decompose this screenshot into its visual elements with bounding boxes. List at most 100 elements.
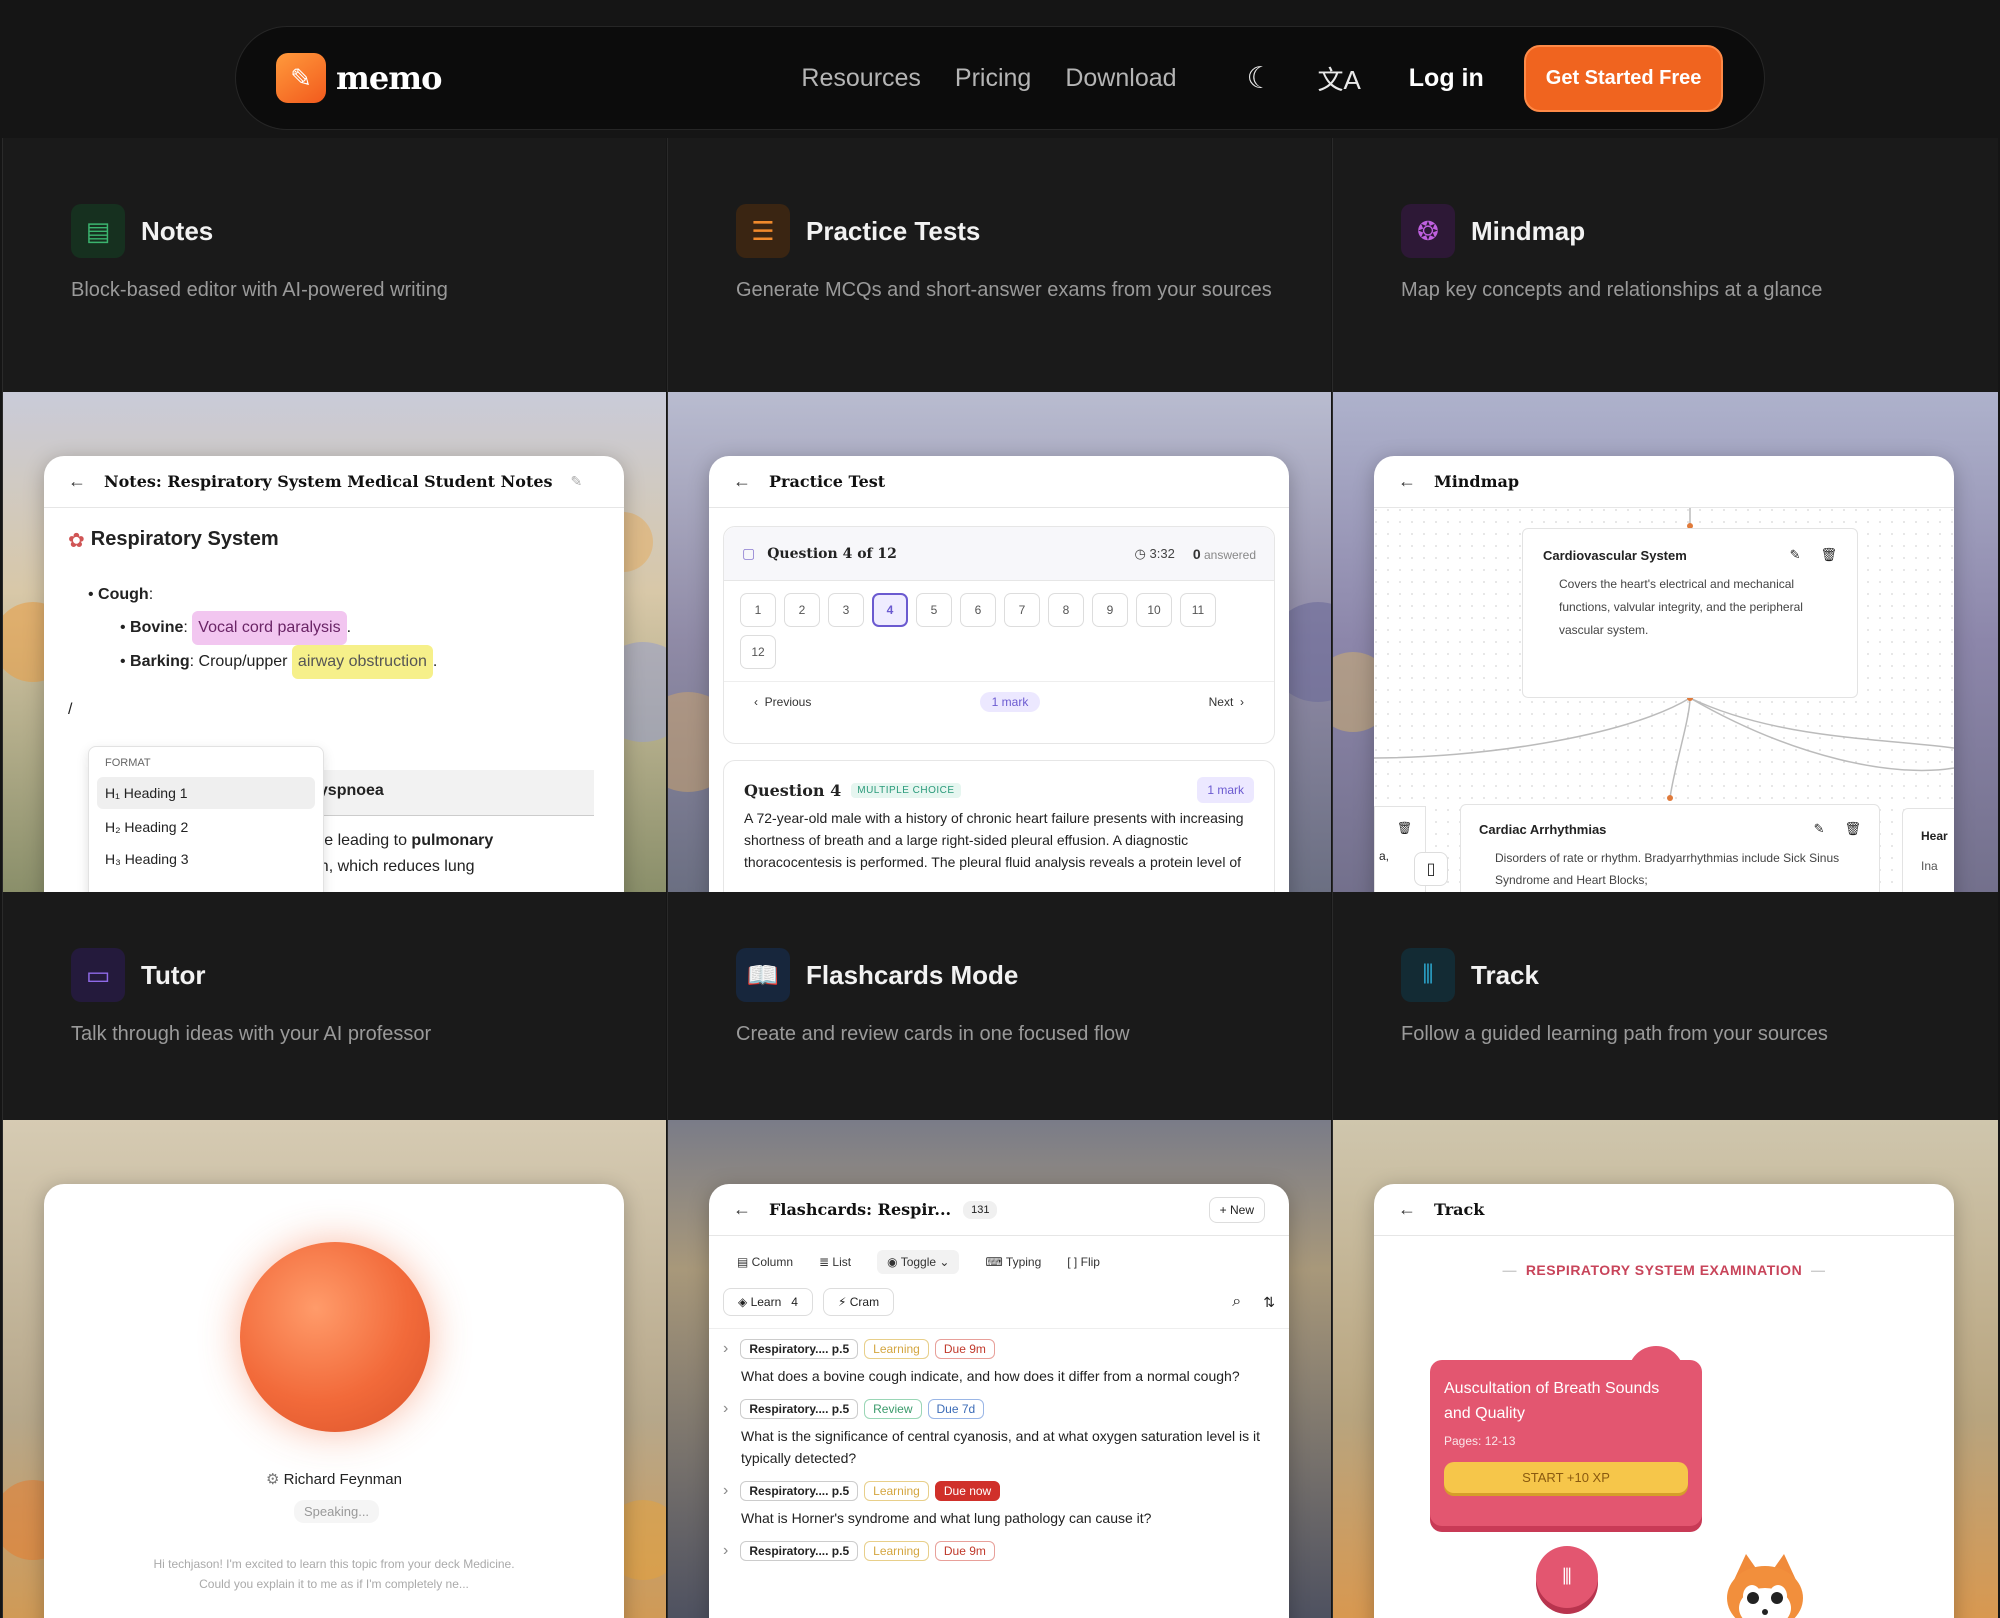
trash-icon[interactable]: 🗑 xyxy=(1820,547,1837,563)
lesson-card[interactable]: Auscultation of Breath Sounds and Qualit… xyxy=(1430,1346,1702,1526)
chevron-right-icon[interactable]: › xyxy=(723,1542,728,1560)
track-card: ← Track — RESPIRATORY SYSTEM EXAMINATION… xyxy=(1374,1184,1954,1618)
question-button[interactable]: 7 xyxy=(1004,593,1040,627)
new-card-button[interactable]: + New xyxy=(1208,1196,1265,1223)
menu-item-heading-1[interactable]: H₁ Heading 1 xyxy=(97,777,315,809)
list-item[interactable]: › Respiratory.... p.5 Learning Due 9m xyxy=(723,1541,1275,1561)
translate-icon[interactable]: 文A xyxy=(1317,60,1360,97)
question-button[interactable]: 9 xyxy=(1092,593,1128,627)
doc-icon: ▢ xyxy=(742,545,756,561)
feature-track: ⦀ Track Follow a guided learning path fr… xyxy=(1332,892,1998,1618)
cram-button[interactable]: ⚡ Cram xyxy=(822,1288,895,1316)
node-title: Hear xyxy=(1921,829,1948,843)
next-button[interactable]: Next › xyxy=(1209,695,1244,709)
nav-link-resources[interactable]: Resources xyxy=(801,64,921,93)
learn-button[interactable]: ◈ Learn 4 xyxy=(723,1288,813,1316)
search-icon[interactable]: ⌕ xyxy=(1232,1293,1241,1311)
lesson-title: Auscultation of Breath Sounds and Qualit… xyxy=(1444,1380,1660,1422)
feature-header: ⦀ Track Follow a guided learning path fr… xyxy=(1333,892,1998,1120)
list-item[interactable]: • Cough: xyxy=(88,579,600,611)
list-item[interactable]: › Respiratory.... p.5 Learning Due 9m What … xyxy=(723,1339,1275,1387)
question-button[interactable]: 3 xyxy=(828,593,864,627)
heading-text[interactable]: Respiratory System xyxy=(91,528,279,553)
pencil-icon[interactable]: ✎ xyxy=(1814,821,1825,837)
notes-list: • Cough: • Bovine: Vocal cord paralysis.… xyxy=(88,579,600,679)
feature-title-row: ⦀ Track xyxy=(1401,948,1998,1002)
card-header: ← Practice Test xyxy=(709,456,1289,508)
flashcards-preview: ← Flashcards: Respir... 131 + New ▤ Colu… xyxy=(668,1120,1331,1618)
slash-command[interactable]: / xyxy=(68,701,600,719)
list-item[interactable]: • Bovine: Vocal cord paralysis. xyxy=(120,611,600,645)
back-arrow-icon[interactable]: ← xyxy=(1398,1199,1416,1220)
previous-button[interactable]: ‹ Previous xyxy=(754,695,811,709)
mindmap-node-partial[interactable]: Hear Ina xyxy=(1902,808,1954,892)
get-started-button[interactable]: Get Started Free xyxy=(1523,44,1724,112)
status-tag: Learning xyxy=(864,1481,929,1501)
login-link[interactable]: Log in xyxy=(1409,64,1484,93)
card-question: What is Horner's syndrome and what lung … xyxy=(741,1510,1152,1526)
tab-list[interactable]: ≣ List xyxy=(819,1255,851,1269)
trash-icon[interactable]: 🗑 xyxy=(1397,821,1425,835)
question-button[interactable]: 8 xyxy=(1048,593,1084,627)
nav-link-download[interactable]: Download xyxy=(1065,64,1176,93)
feature-flashcards: 📖 Flashcards Mode Create and review card… xyxy=(667,892,1331,1618)
practice-title: Practice Test xyxy=(769,472,886,491)
behind-heading: c Dyspnoea xyxy=(294,770,594,816)
question-header: Question 4 MULTIPLE CHOICE 1 mark xyxy=(744,777,1254,803)
question-button[interactable]: 6 xyxy=(960,593,996,627)
highlight-yellow: airway obstruction xyxy=(291,645,433,679)
question-button[interactable]: 1 xyxy=(740,593,776,627)
question-count: Question 4 of 12 xyxy=(767,545,897,562)
back-arrow-icon[interactable]: ← xyxy=(68,471,86,492)
practice-card: ← Practice Test ▢ Question 4 of 12 ◷ 3:3… xyxy=(709,456,1289,892)
fox-mascot-icon xyxy=(1720,1550,1810,1618)
tab-column[interactable]: ▤ Column xyxy=(737,1255,793,1269)
feature-title-row: ☰ Practice Tests xyxy=(736,204,1331,258)
back-arrow-icon[interactable]: ← xyxy=(733,1199,751,1220)
highlight-pink: Vocal cord paralysis xyxy=(192,611,347,645)
sort-icon[interactable]: ⇅ xyxy=(1263,1294,1275,1311)
logo-icon[interactable]: ✎ xyxy=(276,53,326,103)
menu-item-heading-3[interactable]: H₃ Heading 3 xyxy=(97,845,315,873)
question-button[interactable]: 5 xyxy=(916,593,952,627)
chevron-right-icon[interactable]: › xyxy=(723,1482,728,1500)
start-button[interactable]: START +10 XP xyxy=(1444,1462,1688,1493)
card-header: ← Track xyxy=(1374,1184,1954,1236)
file-icon[interactable]: ▯ xyxy=(1414,852,1448,886)
voice-orb[interactable] xyxy=(240,1242,430,1432)
list-item[interactable]: › Respiratory.... p.5 Review Due 7d What is… xyxy=(723,1399,1275,1469)
feature-title: Notes xyxy=(141,215,214,246)
back-arrow-icon[interactable]: ← xyxy=(733,471,751,492)
feature-header: ☰ Practice Tests Generate MCQs and short… xyxy=(668,138,1331,392)
mindmap-node-arrhythmias[interactable]: Cardiac Arrhythmias ✎ 🗑 Disorders of rate … xyxy=(1460,804,1880,892)
list-item[interactable]: • Barking: Croup/upper airway obstructio… xyxy=(120,645,600,679)
question-button[interactable]: 12 xyxy=(740,635,776,669)
trash-icon[interactable]: 🗑 xyxy=(1844,821,1861,837)
nav-link-pricing[interactable]: Pricing xyxy=(955,64,1031,93)
question-button[interactable]: 2 xyxy=(784,593,820,627)
mindmap-node-cardiovascular[interactable]: Cardiovascular System ✎ 🗑 Covers the heart… xyxy=(1522,528,1858,698)
chevron-right-icon[interactable]: › xyxy=(723,1340,728,1358)
question-button[interactable]: 10 xyxy=(1136,593,1172,627)
tab-typing[interactable]: ⌨ Typing xyxy=(985,1255,1041,1269)
checklist-icon: ☰ xyxy=(736,204,790,258)
pencil-icon[interactable]: ✎ xyxy=(571,473,583,490)
voice-node-icon[interactable]: ⦀ xyxy=(1536,1546,1598,1608)
list-item[interactable]: › Respiratory.... p.5 Learning Due now What… xyxy=(723,1481,1275,1529)
tab-toggle[interactable]: ◉ Toggle ⌄ xyxy=(877,1250,960,1274)
pencil-icon[interactable]: ✎ xyxy=(1790,547,1801,563)
chevron-right-icon[interactable]: › xyxy=(723,1400,728,1418)
waveform-icon: ⦀ xyxy=(1401,948,1455,1002)
tab-flip[interactable]: [ ] Flip xyxy=(1067,1255,1100,1269)
feature-notes: ▤ Notes Block-based editor with AI-power… xyxy=(2,138,666,892)
logo-text[interactable]: memo xyxy=(336,59,442,97)
node-text: Disorders of rate or rhythm. Bradyarrhyt… xyxy=(1495,851,1840,887)
back-arrow-icon[interactable]: ← xyxy=(1398,471,1416,492)
moon-icon[interactable]: ☾ xyxy=(1247,61,1274,96)
node-title: Cardiovascular System xyxy=(1543,547,1687,563)
mindmap-title: Mindmap xyxy=(1434,472,1520,491)
question-button[interactable]: 11 xyxy=(1180,593,1216,627)
answered-count: 0 answered xyxy=(1192,545,1256,562)
menu-item-heading-2[interactable]: H₂ Heading 2 xyxy=(97,809,315,845)
question-button-active[interactable]: 4 xyxy=(872,593,908,627)
